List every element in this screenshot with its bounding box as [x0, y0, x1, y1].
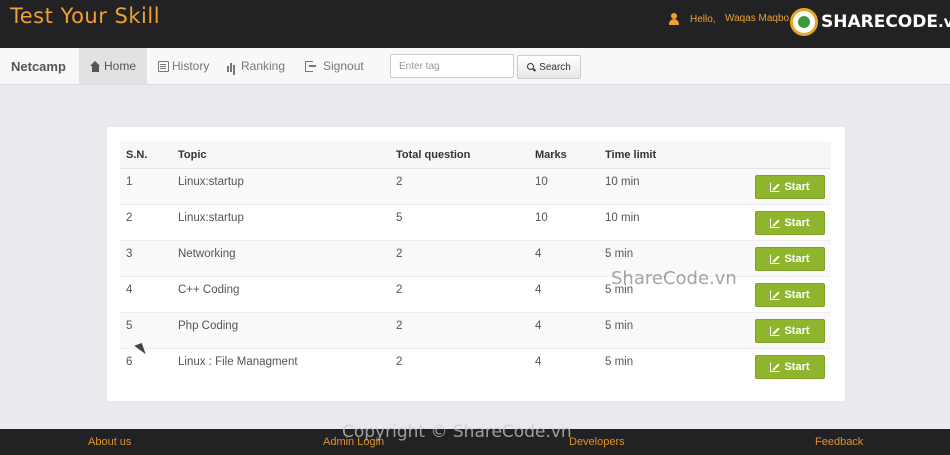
cell-topic: Linux:startup: [178, 212, 244, 224]
quiz-panel: S.N. Topic Total question Marks Time lim…: [107, 127, 845, 401]
logo-text: SHARECODE: [821, 12, 938, 32]
external-link-icon: [770, 182, 781, 192]
nav-item-history[interactable]: History: [158, 48, 209, 84]
cell-topic: C++ Coding: [178, 284, 240, 296]
footer-feedback-link[interactable]: Feedback: [815, 436, 863, 448]
cell-total: 2: [396, 284, 403, 296]
search-icon: [527, 62, 536, 72]
search-input[interactable]: [390, 54, 514, 78]
start-button[interactable]: Start: [755, 247, 825, 271]
start-label: Start: [784, 217, 810, 229]
nav-item-signout[interactable]: Signout: [305, 48, 364, 84]
cell-sn: 5: [126, 320, 133, 332]
col-topic: Topic: [178, 149, 207, 161]
nav-brand[interactable]: Netcamp: [11, 59, 66, 74]
start-button[interactable]: Start: [755, 355, 825, 379]
col-marks: Marks: [535, 149, 567, 161]
cell-sn: 2: [126, 212, 133, 224]
col-time-limit: Time limit: [605, 149, 657, 161]
cell-total: 2: [396, 248, 403, 260]
cell-total: 2: [396, 176, 403, 188]
user-name[interactable]: Waqas Maqbo: [725, 13, 789, 24]
watermark-text: ShareCode.vn: [611, 268, 737, 289]
start-button[interactable]: Start: [755, 319, 825, 343]
cell-time: 5 min: [605, 320, 634, 332]
app-title: Test Your Skill: [10, 4, 161, 28]
table-row: 6 Linux : File Managment 2 4 5 min Start: [120, 349, 831, 385]
col-sn: S.N.: [126, 149, 148, 161]
cell-total: 5: [396, 212, 403, 224]
cell-sn: 3: [126, 248, 133, 260]
start-label: Start: [784, 253, 810, 265]
start-button[interactable]: Start: [755, 175, 825, 199]
external-link-icon: [770, 326, 781, 336]
sharecode-logo-icon: [790, 8, 818, 36]
start-label: Start: [784, 361, 810, 373]
cell-sn: 6: [126, 356, 133, 368]
cell-marks: 10: [535, 176, 548, 188]
cell-marks: 4: [535, 284, 542, 296]
cell-sn: 1: [126, 176, 133, 188]
nav-ranking-label: Ranking: [241, 59, 286, 73]
start-button[interactable]: Start: [755, 283, 825, 307]
table-header: S.N. Topic Total question Marks Time lim…: [120, 141, 831, 169]
user-greeting[interactable]: Hello,: [668, 13, 716, 25]
nav-home-label: Home: [103, 59, 136, 73]
table-row: 2 Linux:startup 5 10 10 min Start: [120, 205, 831, 241]
col-total-question: Total question: [396, 149, 471, 161]
nav-history-label: History: [172, 59, 210, 73]
footer-about-link[interactable]: About us: [88, 436, 131, 448]
cell-topic: Linux:startup: [178, 176, 244, 188]
start-label: Start: [784, 289, 810, 301]
logo-suffix: .vn: [937, 13, 950, 31]
sharecode-logo-watermark: SHARECODE.vn: [790, 8, 950, 36]
cell-sn: 4: [126, 284, 133, 296]
search-button[interactable]: Search: [517, 55, 581, 79]
cell-marks: 10: [535, 212, 548, 224]
footer-developers-link[interactable]: Developers: [569, 436, 625, 448]
cell-topic: Networking: [178, 248, 236, 260]
external-link-icon: [770, 290, 781, 300]
nav-item-ranking[interactable]: Ranking: [227, 48, 285, 84]
cell-total: 2: [396, 320, 403, 332]
home-icon: [89, 60, 101, 72]
nav-signout-label: Signout: [323, 59, 364, 73]
cell-marks: 4: [535, 320, 542, 332]
start-button[interactable]: Start: [755, 211, 825, 235]
user-icon: [668, 13, 680, 25]
cell-marks: 4: [535, 356, 542, 368]
search-button-label: Search: [539, 61, 571, 73]
cell-time: 5 min: [605, 356, 634, 368]
table-row: 5 Php Coding 2 4 5 min Start: [120, 313, 831, 349]
cell-topic: Linux : File Managment: [178, 356, 298, 368]
cell-time: 5 min: [605, 248, 634, 260]
copyright-watermark: Copyright © ShareCode.vn: [342, 422, 572, 442]
greeting-text: Hello,: [690, 13, 716, 25]
history-icon: [158, 60, 169, 72]
external-link-icon: [770, 218, 781, 228]
cell-marks: 4: [535, 248, 542, 260]
external-link-icon: [770, 362, 781, 372]
external-link-icon: [770, 254, 781, 264]
signout-icon: [305, 60, 316, 72]
start-label: Start: [784, 181, 810, 193]
cell-time: 10 min: [605, 212, 640, 224]
ranking-icon: [227, 61, 238, 72]
start-label: Start: [784, 325, 810, 337]
cell-topic: Php Coding: [178, 320, 239, 332]
cell-total: 2: [396, 356, 403, 368]
table-row: 1 Linux:startup 2 10 10 min Start: [120, 169, 831, 205]
cell-time: 10 min: [605, 176, 640, 188]
nav-item-home[interactable]: Home: [79, 48, 147, 84]
top-header: Test Your Skill Hello, Waqas Maqbo SHARE…: [0, 0, 950, 48]
